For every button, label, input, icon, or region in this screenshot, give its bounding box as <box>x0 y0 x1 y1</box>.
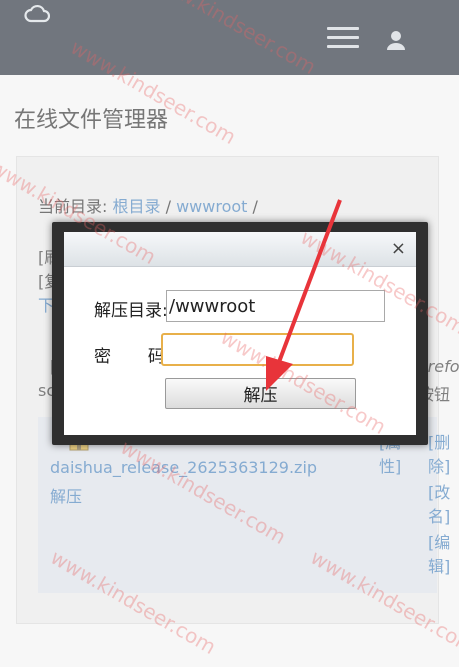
extract-dialog: × 解压目录: 密 码: 解压 <box>64 232 416 435</box>
close-icon[interactable]: × <box>391 238 406 259</box>
dialog-titlebar: × <box>64 232 416 267</box>
extract-submit-button[interactable]: 解压 <box>165 378 356 409</box>
password-label: 密 码: <box>94 342 171 367</box>
password-label-char: 密 <box>94 347 111 367</box>
password-input[interactable] <box>161 333 354 366</box>
extract-dir-input[interactable] <box>166 290 385 322</box>
extract-dir-label: 解压目录: <box>94 301 168 321</box>
